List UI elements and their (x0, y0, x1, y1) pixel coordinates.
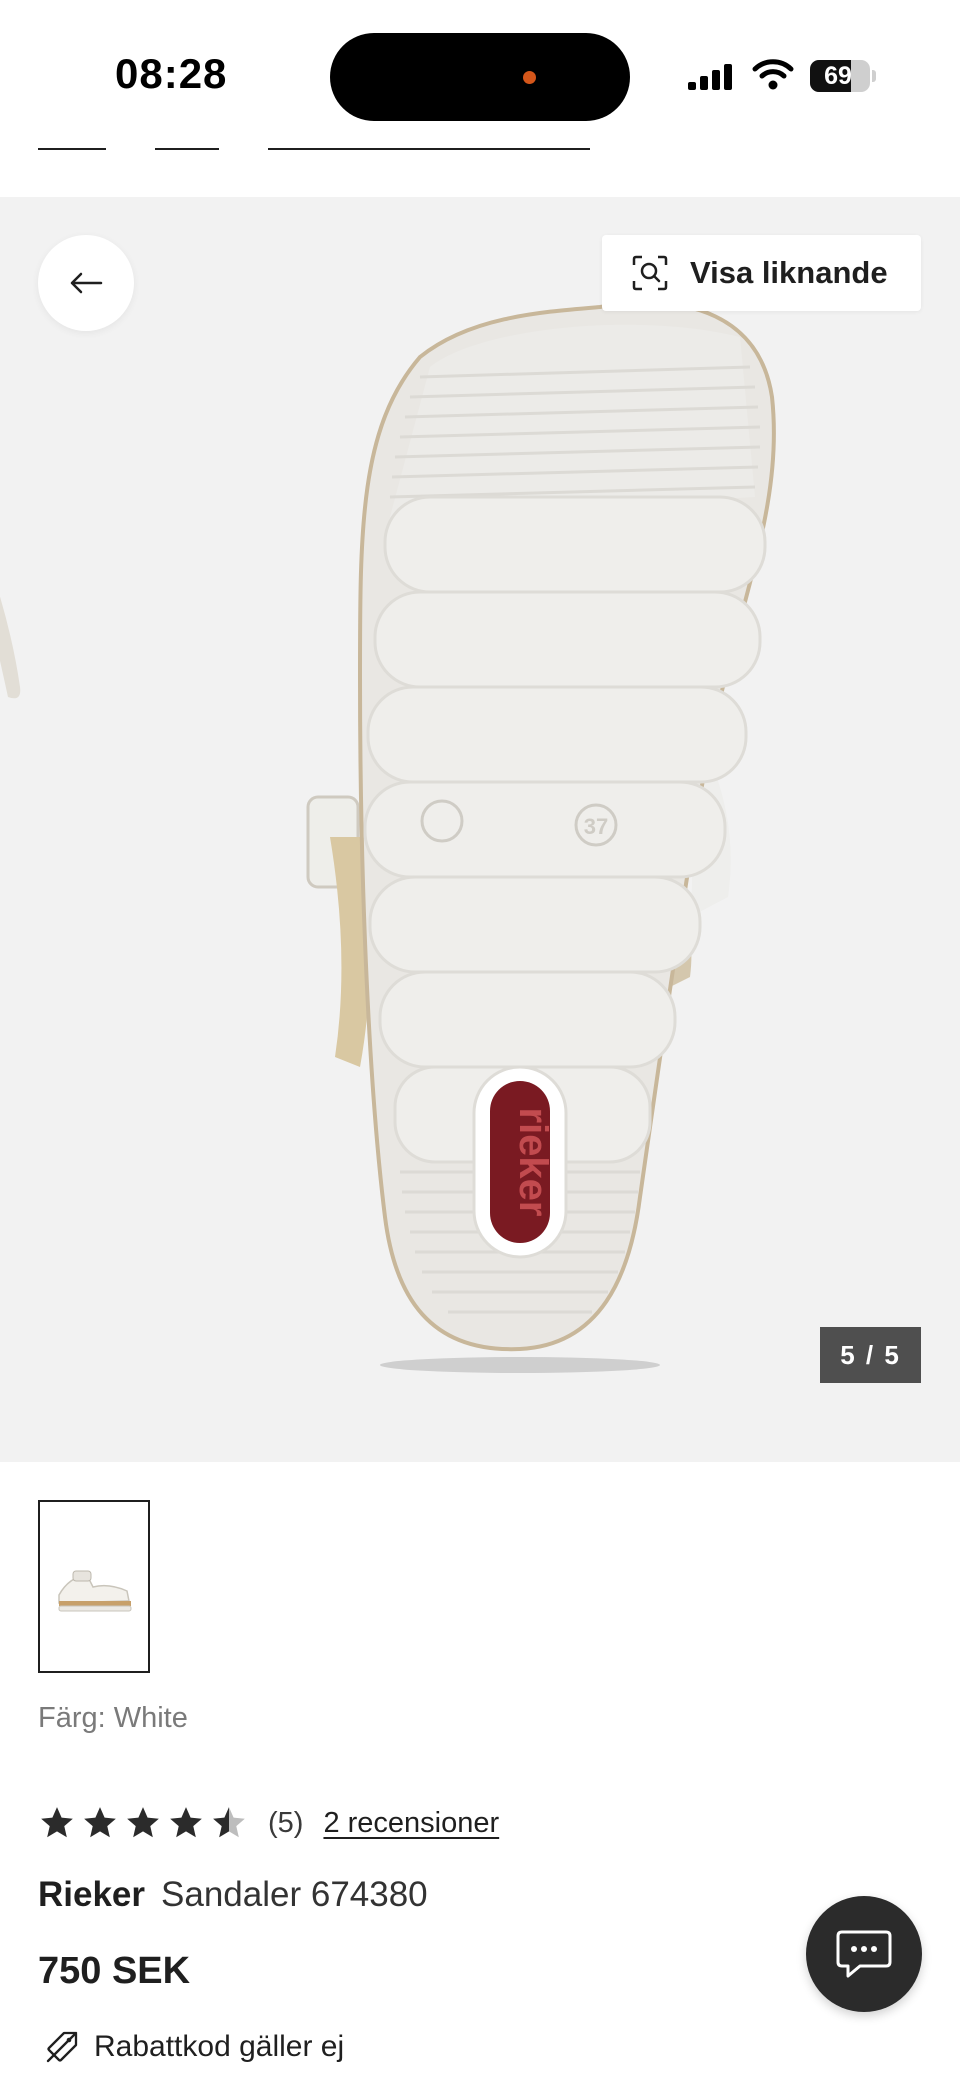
visual-search-icon (632, 255, 668, 291)
dynamic-island (330, 33, 630, 121)
color-thumbnail[interactable] (38, 1500, 150, 1673)
product-price: 750 SEK (38, 1950, 191, 1992)
signal-icon (688, 64, 732, 90)
half-star-icon (213, 1807, 245, 1838)
battery-icon: 69 (810, 60, 876, 94)
arrow-left-icon (70, 272, 103, 294)
sandal-thumbnail-image (58, 1570, 132, 1611)
reviews-link[interactable]: 2 recensioner (323, 1807, 499, 1840)
tab-underline (268, 148, 590, 150)
status-bar: 08:28 69 (0, 0, 960, 150)
battery-level: 69 (824, 62, 852, 90)
star-icon (127, 1807, 159, 1838)
product-image-gallery[interactable]: 37 rieker Visa liknande 5 / 5 (0, 197, 960, 1462)
star-icon (84, 1807, 116, 1838)
chat-bubble-icon (836, 1930, 892, 1978)
product-photo-sole[interactable]: 37 rieker (0, 197, 960, 1462)
back-button[interactable] (38, 235, 134, 331)
rating-count: (5) (268, 1806, 304, 1839)
tab-underline (38, 148, 106, 150)
product-title: Rieker Sandaler 674380 (38, 1875, 428, 1915)
discount-note-text: Rabattkod gäller ej (94, 2030, 345, 2063)
no-tag-icon (46, 2031, 78, 2063)
tab-underline (155, 148, 219, 150)
rating-row: (5) 2 recensioner (38, 1800, 499, 1846)
wifi-icon (752, 59, 794, 90)
visa-liknande-label: Visa liknande (690, 255, 888, 290)
color-label: Färg: White (38, 1702, 188, 1734)
chat-button[interactable] (806, 1896, 922, 2012)
product-model: Sandaler 674380 (161, 1875, 428, 1914)
sole-logo-text: rieker (511, 1108, 555, 1217)
camera-indicator-dot (523, 71, 536, 84)
rating-stars (38, 1804, 248, 1842)
sole-size-mark: 37 (584, 814, 608, 839)
discount-note: Rabattkod gäller ej (44, 2025, 344, 2069)
image-counter: 5 / 5 (820, 1327, 921, 1383)
product-brand[interactable]: Rieker (38, 1875, 145, 1914)
visa-liknande-button[interactable]: Visa liknande (602, 235, 921, 311)
star-icon (41, 1807, 73, 1838)
star-icon (170, 1807, 202, 1838)
status-time: 08:28 (115, 50, 228, 97)
